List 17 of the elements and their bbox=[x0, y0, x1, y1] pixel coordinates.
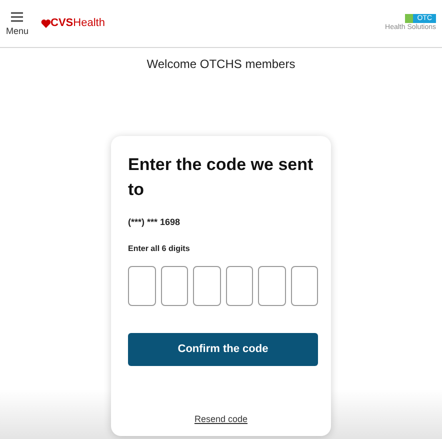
digit-field[interactable] bbox=[258, 266, 286, 306]
digit-field[interactable] bbox=[226, 266, 253, 306]
digit-field[interactable] bbox=[290, 266, 318, 306]
phone-number: (***) *** 1698 bbox=[128, 216, 182, 229]
heart-icon bbox=[40, 19, 51, 28]
welcome-text: Welcome OTCHS members bbox=[146, 57, 296, 71]
digit-field[interactable] bbox=[160, 266, 188, 306]
resend-link[interactable]: Resend code bbox=[194, 414, 248, 424]
digit-field[interactable] bbox=[193, 266, 220, 306]
digit-field[interactable] bbox=[128, 266, 156, 306]
confirm-button[interactable]: Confirm the code bbox=[128, 332, 318, 366]
menu-icon bbox=[11, 12, 24, 22]
menu-button[interactable]: Menu bbox=[6, 8, 29, 39]
card-title: Enter the code we sent to bbox=[128, 154, 314, 201]
square-icon bbox=[405, 14, 414, 23]
brand-logo[interactable]: CVSHealth bbox=[40, 15, 105, 32]
digits-label: Enter all 6 digits bbox=[128, 242, 191, 254]
